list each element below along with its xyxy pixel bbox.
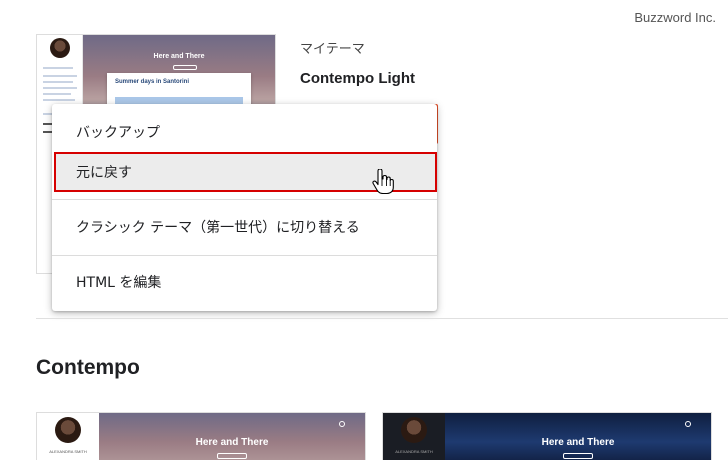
section-title-contempo: Contempo bbox=[36, 356, 140, 379]
menu-item-backup[interactable]: バックアップ bbox=[52, 112, 437, 152]
thumbnail-hero: Here and There bbox=[99, 413, 365, 460]
thumbnail-sidebar: ALEXANDRA SMITH bbox=[37, 413, 99, 460]
menu-divider bbox=[52, 255, 437, 256]
thumbnail-hero-button bbox=[563, 453, 593, 459]
preview-text-line bbox=[43, 75, 77, 77]
thumbnail-hero-title: Here and There bbox=[195, 437, 269, 448]
thumbnail-author-name: ALEXANDRA SMITH bbox=[49, 449, 87, 454]
watermark-text: Buzzword Inc. bbox=[634, 10, 716, 25]
thumbnail-avatar bbox=[401, 417, 427, 443]
search-icon bbox=[685, 421, 691, 427]
preview-text-line bbox=[43, 87, 77, 89]
my-theme-label: マイテーマ bbox=[300, 42, 365, 57]
theme-options-menu: バックアップ 元に戻す クラシック テーマ（第一世代）に切り替える HTML を… bbox=[52, 104, 437, 311]
thumbnail-hero-button bbox=[217, 453, 247, 459]
menu-item-switch-classic-theme[interactable]: クラシック テーマ（第一世代）に切り替える bbox=[52, 207, 437, 247]
preview-hero-button bbox=[173, 65, 197, 70]
preview-avatar bbox=[50, 38, 70, 58]
preview-text-line bbox=[43, 67, 73, 69]
menu-divider bbox=[52, 199, 437, 200]
thumbnail-hero-title: Here and There bbox=[541, 437, 615, 448]
preview-hero-title: Here and There bbox=[153, 53, 205, 60]
hand-cursor-icon bbox=[372, 169, 394, 195]
menu-item-edit-html[interactable]: HTML を編集 bbox=[52, 262, 437, 302]
theme-thumbnail-contempo-dark[interactable]: ALEXANDRA SMITH Here and There bbox=[382, 412, 712, 460]
thumbnail-author-name: ALEXANDRA SMITH bbox=[395, 449, 433, 454]
preview-post-title: Summer days in Santorini bbox=[115, 79, 190, 85]
search-icon bbox=[339, 421, 345, 427]
thumbnail-hero: Here and There bbox=[445, 413, 711, 460]
preview-text-line bbox=[43, 93, 71, 95]
thumbnail-avatar bbox=[55, 417, 81, 443]
section-divider bbox=[36, 318, 728, 319]
preview-text-line bbox=[43, 99, 75, 101]
my-theme-name: Contempo Light bbox=[300, 70, 415, 87]
thumbnail-sidebar: ALEXANDRA SMITH bbox=[383, 413, 445, 460]
theme-thumbnail-contempo-light[interactable]: ALEXANDRA SMITH Here and There bbox=[36, 412, 366, 460]
preview-text-line bbox=[43, 81, 73, 83]
